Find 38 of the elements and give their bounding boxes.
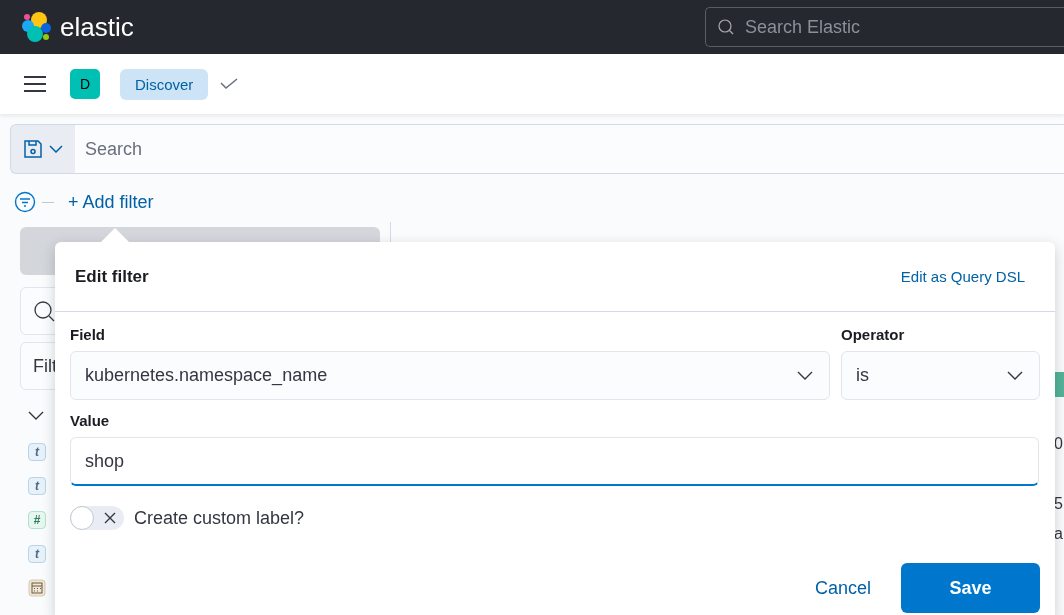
field-type-token: t	[28, 545, 46, 563]
save-button[interactable]: Save	[901, 563, 1040, 613]
breadcrumb[interactable]: Discover	[120, 68, 209, 100]
field-type-token: t	[28, 477, 46, 495]
filter-icon[interactable]	[14, 191, 36, 213]
save-icon	[23, 139, 43, 159]
field-type-token: t	[28, 443, 46, 461]
check-icon	[220, 78, 239, 90]
brand-name: elastic	[60, 11, 134, 43]
cross-icon	[104, 512, 116, 524]
toggle-switch[interactable]	[70, 506, 124, 530]
global-search-field[interactable]: Search Elastic	[705, 7, 1064, 47]
caret-icon	[49, 145, 63, 153]
toggle-label: Create custom label?	[134, 507, 305, 529]
field-type-token: #	[28, 511, 46, 529]
logo-icon	[20, 11, 52, 43]
calendar-icon	[28, 579, 46, 597]
caret-icon	[797, 371, 813, 380]
caret-icon	[1007, 371, 1023, 380]
menu-icon[interactable]	[24, 76, 46, 92]
operator-label: Operator	[841, 326, 906, 343]
add-filter-link[interactable]: + Add filter	[68, 191, 154, 213]
saved-query-button[interactable]	[10, 124, 75, 174]
table-cell-text: a	[1054, 524, 1064, 544]
chevron-icon[interactable]	[28, 411, 44, 421]
space-avatar[interactable]: D	[70, 69, 100, 99]
field-label: Field	[70, 326, 106, 343]
table-cell-text: 0	[1054, 434, 1064, 454]
query-dsl-link[interactable]: Edit as Query DSL	[900, 268, 1025, 285]
field-select[interactable]: kubernetes.namespace_name	[70, 351, 830, 400]
popover-title: Edit filter	[75, 266, 149, 287]
table-cell-text: 5	[1054, 494, 1064, 514]
value-field[interactable]: shop	[70, 437, 1039, 486]
query-search-field[interactable]: Search	[75, 124, 1064, 174]
value-label: Value	[70, 412, 111, 429]
operator-select[interactable]: is	[841, 351, 1040, 400]
cancel-button[interactable]: Cancel	[814, 577, 871, 599]
search-icon	[33, 300, 55, 322]
